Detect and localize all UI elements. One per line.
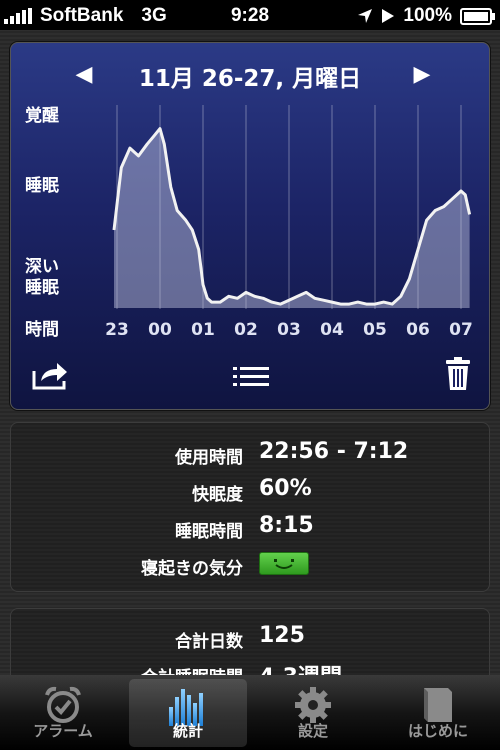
tab-settings-label: 設定 <box>297 722 328 740</box>
gear-icon <box>295 687 331 723</box>
total-days-label: 合計日数 <box>175 632 243 652</box>
tab-intro-label: はじめに <box>407 722 468 740</box>
total-days-value: 125 <box>259 623 305 648</box>
quality-label: 快眠度 <box>192 485 243 505</box>
hour-tick-label: 23 <box>105 320 129 340</box>
hour-tick-label: 05 <box>363 320 387 340</box>
trash-icon <box>446 357 470 390</box>
delete-button[interactable] <box>445 357 471 395</box>
total-days-row: 合計日数 125 <box>11 621 489 652</box>
battery-percent: 100% <box>403 5 452 26</box>
sleep-summary-panel: 使用時間 22:56 - 7:12 快眠度 60% 睡眠時間 8:15 寝起きの… <box>10 422 490 592</box>
sleep-time-label: 睡眠時間 <box>175 522 243 542</box>
play-icon <box>382 9 395 23</box>
hour-tick-label: 01 <box>191 320 215 340</box>
hour-tick-label: 07 <box>449 320 473 340</box>
battery-icon <box>460 7 495 25</box>
smiley-face-icon <box>259 552 309 575</box>
tab-settings[interactable]: 設定 <box>254 679 372 747</box>
status-right: 100% <box>357 5 495 27</box>
quality-row: 快眠度 60% <box>11 474 489 505</box>
sleep-time-value: 8:15 <box>259 513 314 538</box>
list-icon <box>233 367 269 386</box>
share-button[interactable] <box>31 361 69 395</box>
usage-value: 22:56 - 7:12 <box>259 439 409 464</box>
tab-bar: アラーム 統計 設定 はじめに <box>0 675 500 750</box>
x-axis-label: 時間 <box>25 320 59 340</box>
list-button[interactable] <box>233 365 269 393</box>
usage-row: 使用時間 22:56 - 7:12 <box>11 437 489 468</box>
tab-alarm-label: アラーム <box>33 722 93 740</box>
mood-label: 寝起きの気分 <box>141 559 243 579</box>
hour-tick-label: 02 <box>234 320 258 340</box>
tab-stats[interactable]: 統計 <box>129 679 247 747</box>
sleep-chart <box>112 105 472 309</box>
usage-label: 使用時間 <box>175 448 243 468</box>
quality-value: 60% <box>259 476 312 501</box>
book-icon <box>424 688 452 722</box>
hour-tick-label: 06 <box>406 320 430 340</box>
tab-intro[interactable]: はじめに <box>379 679 497 747</box>
hour-tick-label: 03 <box>277 320 301 340</box>
sleep-graph-panel: ◀ 11月 26-27, 月曜日 ▶ 覚醒 睡眠 深い 睡眠 時間 23 00 01… <box>10 42 490 410</box>
sleep-time-row: 睡眠時間 8:15 <box>11 511 489 542</box>
hour-tick-label: 04 <box>320 320 344 340</box>
location-arrow-icon <box>358 9 373 23</box>
alarm-clock-icon <box>45 686 81 723</box>
mood-row: 寝起きの気分 <box>11 548 489 579</box>
tab-stats-label: 統計 <box>172 722 203 740</box>
tab-alarm[interactable]: アラーム <box>4 679 122 747</box>
share-icon <box>32 363 67 390</box>
hour-tick-label: 00 <box>148 320 172 340</box>
status-bar: SoftBank 3G 9:28 100% <box>0 0 500 30</box>
